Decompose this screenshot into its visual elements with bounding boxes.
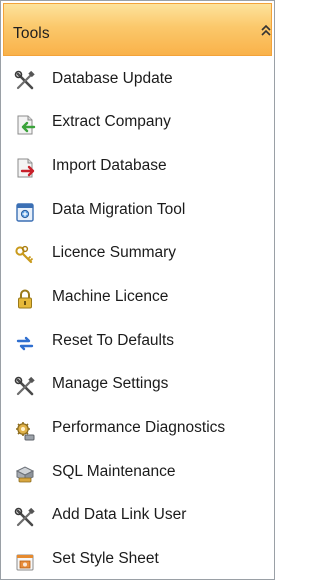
padlock-icon	[14, 288, 36, 310]
sql-server-icon	[14, 463, 36, 485]
tool-item-label: Reset To Defaults	[52, 331, 175, 349]
tool-item-label: Manage Settings	[52, 375, 169, 393]
tool-item-add-data-link-user[interactable]: Add Data Link User	[1, 495, 274, 539]
tools-list: Database Update Extract Company Import D…	[1, 58, 274, 582]
tool-item-label: Import Database	[52, 156, 167, 174]
stylesheet-icon	[14, 551, 36, 573]
tool-item-extract-company[interactable]: Extract Company	[1, 102, 274, 146]
tools-panel-header[interactable]: Tools	[3, 3, 272, 56]
tool-item-set-style-sheet[interactable]: Set Style Sheet	[1, 539, 274, 582]
keys-icon	[14, 245, 36, 267]
tool-item-label: SQL Maintenance	[52, 462, 176, 480]
tool-item-licence-summary[interactable]: Licence Summary	[1, 233, 274, 277]
reset-arrows-icon	[14, 332, 36, 354]
tool-item-reset-to-defaults[interactable]: Reset To Defaults	[1, 320, 274, 364]
tool-item-import-database[interactable]: Import Database	[1, 145, 274, 189]
tool-item-label: Machine Licence	[52, 287, 169, 305]
tool-item-label: Extract Company	[52, 113, 171, 131]
tool-item-database-update[interactable]: Database Update	[1, 58, 274, 102]
double-chevron-up-icon[interactable]	[260, 22, 274, 40]
tool-item-label: Set Style Sheet	[52, 550, 159, 568]
tool-item-label: Database Update	[52, 69, 173, 87]
tool-item-label: Data Migration Tool	[52, 200, 186, 218]
tools-panel: Tools Database Update Extract Company Im…	[0, 0, 275, 580]
tool-item-label: Performance Diagnostics	[52, 419, 226, 436]
tool-item-data-migration-tool[interactable]: Data Migration Tool	[1, 189, 274, 233]
document-extract-icon	[14, 114, 36, 136]
performance-gear-icon	[14, 420, 36, 442]
document-import-icon	[14, 157, 36, 179]
tool-item-label: Licence Summary	[52, 244, 177, 262]
crossed-tools-icon	[14, 507, 36, 529]
tool-item-performance-diagnostics[interactable]: Performance Diagnostics	[1, 408, 274, 452]
crossed-tools-icon	[14, 70, 36, 92]
data-migration-icon	[14, 201, 36, 223]
crossed-tools-icon	[14, 376, 36, 398]
tool-item-label: Add Data Link User	[52, 506, 187, 524]
tool-item-sql-maintenance[interactable]: SQL Maintenance	[1, 451, 274, 495]
panel-title: Tools	[13, 25, 50, 42]
tool-item-machine-licence[interactable]: Machine Licence	[1, 276, 274, 320]
tool-item-manage-settings[interactable]: Manage Settings	[1, 364, 274, 408]
